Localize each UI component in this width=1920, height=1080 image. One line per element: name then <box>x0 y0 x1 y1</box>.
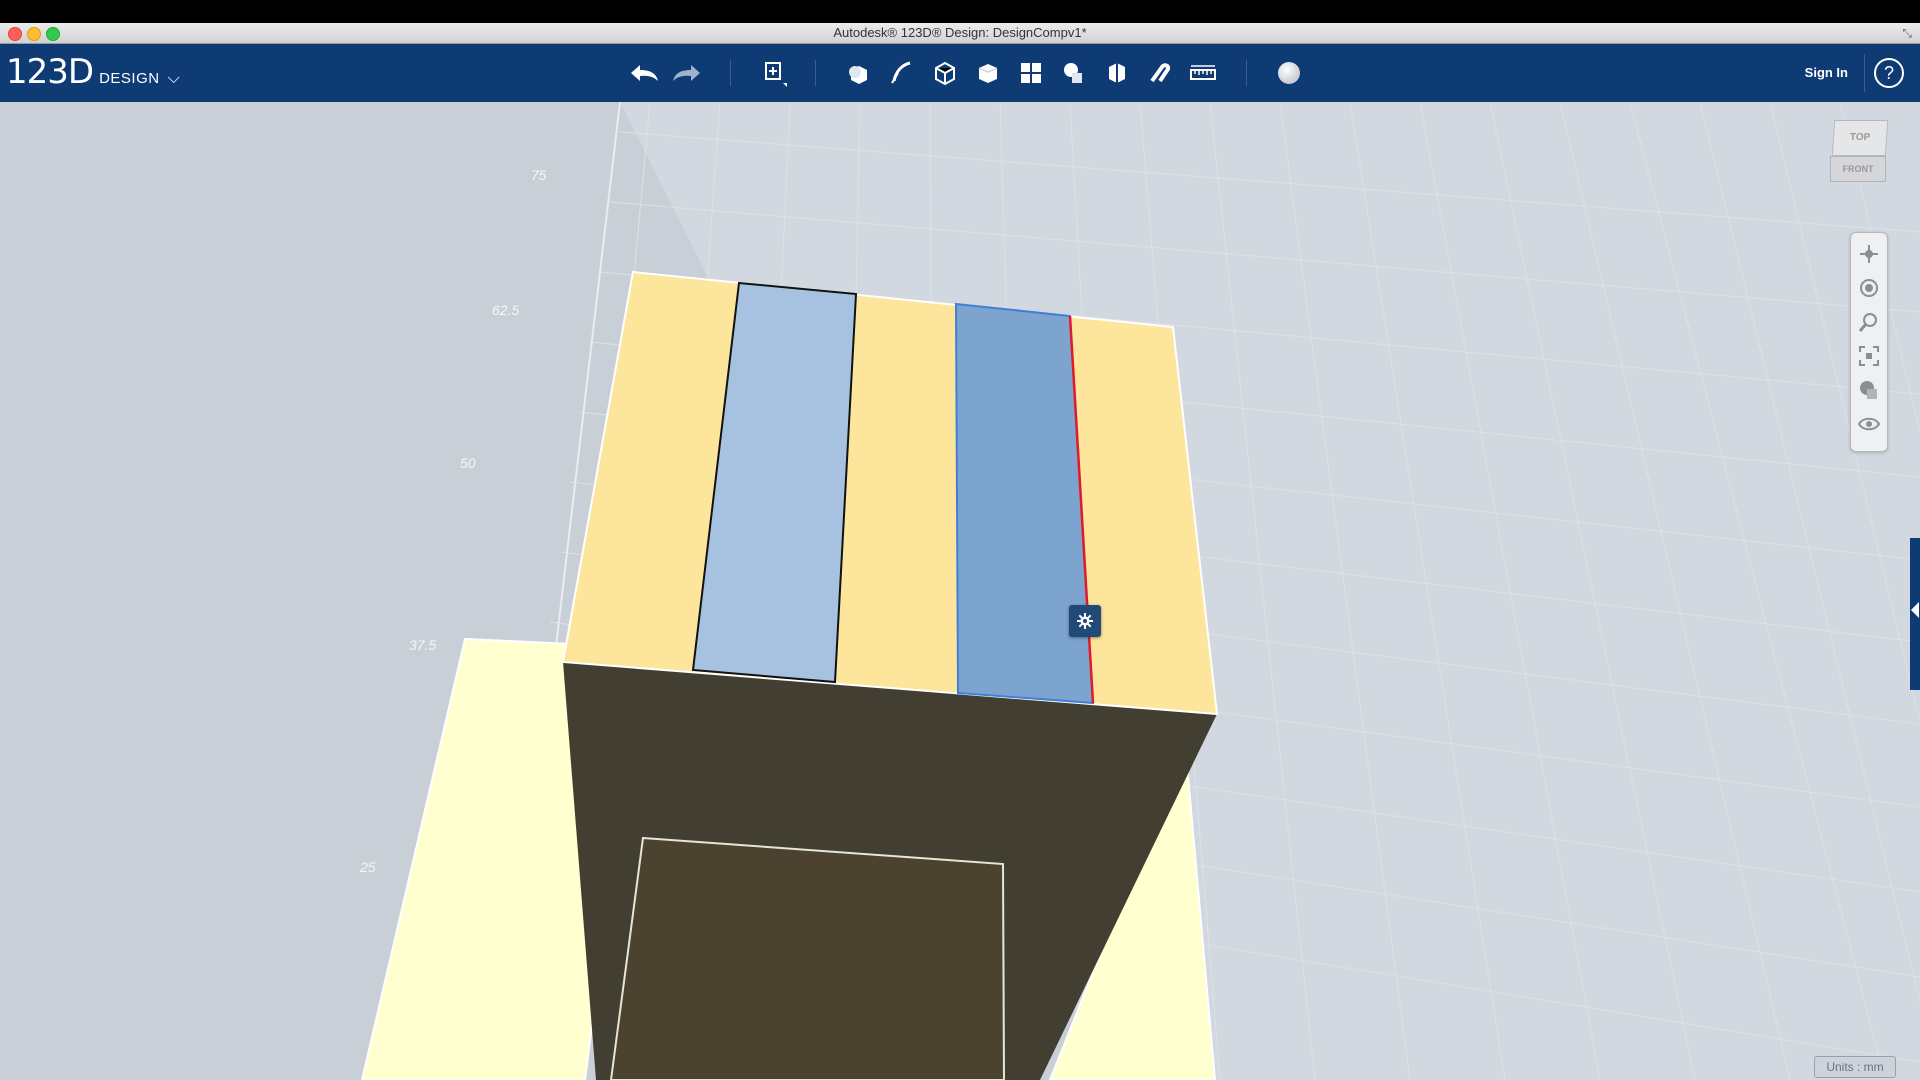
screen-top-band <box>0 0 1920 23</box>
3d-viewport[interactable]: 75 62.5 50 37.5 25 TOP FRONT Units: mm <box>0 102 1920 1080</box>
pattern-icon <box>1021 63 1041 83</box>
material-button[interactable] <box>1272 57 1306 89</box>
construct-button[interactable] <box>928 57 962 89</box>
grid-label: 75 <box>531 167 547 183</box>
toolbar-divider <box>1246 60 1247 86</box>
view-cube[interactable]: TOP FRONT <box>1828 120 1890 194</box>
sign-in-link[interactable]: Sign In <box>1805 65 1848 80</box>
pan-icon <box>1860 245 1878 263</box>
grid-label: 37.5 <box>409 637 436 653</box>
measure-icon <box>1190 65 1216 80</box>
primitives-button[interactable] <box>842 57 876 89</box>
modify-button[interactable] <box>971 57 1005 89</box>
units-indicator[interactable]: Units : mm <box>1814 1056 1896 1078</box>
scene-canvas[interactable]: 75 62.5 50 37.5 25 <box>0 102 1920 1080</box>
visibility-icon <box>1858 417 1880 431</box>
app-menu-button[interactable]: 123D DESIGN ⌵ <box>6 52 180 92</box>
transform-icon <box>765 62 787 87</box>
primitives-icon <box>849 66 867 84</box>
viewcube-top-face[interactable]: TOP <box>1831 120 1889 156</box>
grouping-button[interactable] <box>1057 57 1091 89</box>
snap-icon <box>1150 63 1171 83</box>
material-icon <box>1278 62 1300 84</box>
combine-icon <box>1109 63 1125 83</box>
chevron-left-icon <box>1911 602 1919 618</box>
zoom-icon <box>1858 313 1877 332</box>
sketch-button[interactable] <box>885 57 919 89</box>
inner-recess-face[interactable] <box>609 836 1006 1080</box>
viewcube-front-face[interactable]: FRONT <box>1830 156 1886 182</box>
gear-icon <box>1077 613 1093 629</box>
visibility-button[interactable] <box>1856 411 1882 437</box>
view-mode-button[interactable] <box>1856 377 1882 403</box>
redo-icon <box>673 65 700 81</box>
pan-button[interactable] <box>1856 241 1882 267</box>
fit-button[interactable] <box>1856 343 1882 369</box>
undo-button[interactable] <box>627 57 661 89</box>
navigation-bar <box>1850 232 1888 452</box>
redo-button[interactable] <box>670 57 704 89</box>
combine-button[interactable] <box>1100 57 1134 89</box>
toolbar-divider <box>815 60 816 86</box>
measure-button[interactable] <box>1186 57 1220 89</box>
app-toolbar: 123D DESIGN ⌵ Sign In ? <box>0 44 1920 102</box>
fit-icon <box>1859 346 1879 366</box>
context-menu-button[interactable] <box>1069 605 1101 637</box>
toolbar-divider <box>1864 54 1865 92</box>
side-panel-toggle[interactable] <box>1910 538 1920 690</box>
logo-text: 123D <box>6 52 94 92</box>
modify-icon <box>978 64 998 83</box>
fullscreen-icon[interactable]: ⤡ <box>1902 26 1912 41</box>
grid-label: 62.5 <box>492 302 519 318</box>
window-title: Autodesk® 123D® Design: DesignCompv1* <box>833 25 1087 40</box>
orbit-button[interactable] <box>1856 275 1882 301</box>
transform-button[interactable] <box>757 57 791 89</box>
construct-icon <box>935 61 955 86</box>
logo-subtext: DESIGN <box>99 70 160 87</box>
sketch-icon <box>891 61 911 84</box>
snap-button[interactable] <box>1143 57 1177 89</box>
chevron-down-icon: ⌵ <box>167 70 180 87</box>
orbit-icon <box>1860 279 1878 297</box>
toolbar-divider <box>730 60 731 86</box>
zoom-button[interactable] <box>1856 309 1882 335</box>
view-mode-icon <box>1860 381 1877 399</box>
grid-label: 25 <box>359 859 376 875</box>
help-icon[interactable]: ? <box>1874 58 1904 88</box>
undo-icon <box>631 65 658 81</box>
grouping-icon <box>1064 63 1082 83</box>
pattern-button[interactable] <box>1014 57 1048 89</box>
box-top-face[interactable] <box>561 270 1219 716</box>
grid-label: 50 <box>460 455 476 471</box>
window-title-bar: Autodesk® 123D® Design: DesignCompv1* ⤡ <box>0 23 1920 44</box>
